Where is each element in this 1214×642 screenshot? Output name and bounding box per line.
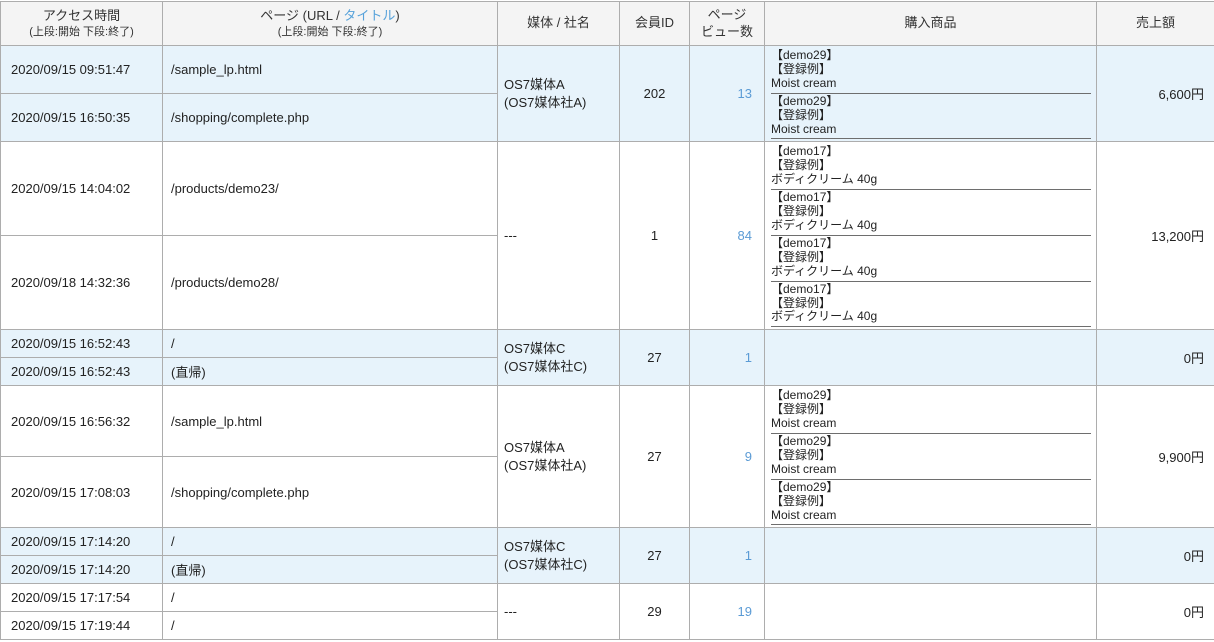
purchased-product-item: 【demo29】 【登録例】 Moist cream — [771, 94, 1091, 140]
pageview-count-link[interactable]: 13 — [738, 86, 752, 101]
col-header-media: 媒体 / 社名 — [497, 1, 620, 46]
member-id-cell: 29 — [619, 583, 690, 641]
pageview-count-cell: 84 — [689, 141, 765, 331]
access-time-header-sub: (上段:開始 下段:終了) — [29, 25, 134, 38]
sales-amount-cell: 0円 — [1096, 329, 1214, 387]
purchased-product-item: 【demo29】 【登録例】 Moist cream — [771, 480, 1091, 526]
sales-amount-cell: 0円 — [1096, 527, 1214, 585]
pageview-count-link[interactable]: 84 — [738, 228, 752, 243]
access-time-cell: 2020/09/15 16:50:35 — [0, 93, 163, 143]
pageview-count-cell: 19 — [689, 583, 765, 641]
member-id-cell: 27 — [619, 385, 690, 529]
pageview-count-cell: 1 — [689, 527, 765, 585]
purchased-product-item: 【demo17】 【登録例】 ボディクリーム 40g — [771, 282, 1091, 328]
page-header-post: ) — [395, 7, 400, 23]
access-time-cell: 2020/09/15 17:14:20 — [0, 527, 163, 557]
page-url-cell: /sample_lp.html — [162, 44, 498, 95]
col-header-sales: 売上額 — [1096, 1, 1214, 46]
pageview-count-cell: 1 — [689, 329, 765, 387]
sales-amount-cell: 0円 — [1096, 583, 1214, 641]
log-row: 2020/09/15 16:56:32/sample_lp.html OS7媒体A… — [0, 385, 1214, 529]
purchased-products-cell: 【demo29】 【登録例】 Moist cream 【demo29】 【登録例】 Moi… — [764, 44, 1097, 143]
access-time-cell: 2020/09/15 16:56:32 — [0, 385, 163, 458]
access-log-table: アクセス時間 (上段:開始 下段:終了) ページ (URL / タイトル) (上… — [0, 1, 1214, 641]
purchased-products-cell — [764, 527, 1097, 585]
access-time-cell: 2020/09/15 09:51:47 — [0, 44, 163, 95]
access-time-cell: 2020/09/15 17:14:20 — [0, 555, 163, 585]
header-row: アクセス時間 (上段:開始 下段:終了) ページ (URL / タイトル) (上… — [0, 1, 1214, 46]
col-header-page: ページ (URL / タイトル) (上段:開始 下段:終了) — [162, 1, 498, 46]
page-url-cell: /products/demo23/ — [162, 141, 498, 237]
log-row: 2020/09/15 14:04:02/products/demo23/--- 1… — [0, 141, 1214, 331]
pageview-count-cell: 9 — [689, 385, 765, 529]
purchased-products-cell — [764, 329, 1097, 387]
sales-amount-cell: 13,200円 — [1096, 141, 1214, 331]
media-name-cell: OS7媒体C (OS7媒体社C) — [497, 329, 620, 387]
purchased-product-item: 【demo29】 【登録例】 Moist cream — [771, 388, 1091, 435]
page-url-cell: (直帰) — [162, 357, 498, 387]
purchased-products-cell: 【demo29】 【登録例】 Moist cream 【demo29】 【登録例】 Moi… — [764, 385, 1097, 529]
access-time-header-title: アクセス時間 — [42, 7, 121, 23]
pageviews-header-line1: ページ — [707, 6, 747, 22]
access-time-cell: 2020/09/15 16:52:43 — [0, 329, 163, 359]
member-id-cell: 27 — [619, 527, 690, 585]
page-url-cell: (直帰) — [162, 555, 498, 585]
col-header-access-time: アクセス時間 (上段:開始 下段:終了) — [0, 1, 163, 46]
page-url-cell: / — [162, 329, 498, 359]
media-name-cell: OS7媒体C (OS7媒体社C) — [497, 527, 620, 585]
col-header-products: 購入商品 — [764, 1, 1097, 46]
member-id-cell: 27 — [619, 329, 690, 387]
access-time-cell: 2020/09/15 17:17:54 — [0, 583, 163, 613]
access-time-cell: 2020/09/15 16:52:43 — [0, 357, 163, 387]
sales-amount-cell: 9,900円 — [1096, 385, 1214, 529]
media-name-cell: --- — [497, 583, 620, 641]
page-url-cell: /sample_lp.html — [162, 385, 498, 458]
page-url-cell: / — [162, 611, 498, 641]
member-id-cell: 1 — [619, 141, 690, 331]
log-row: 2020/09/15 16:52:43/OS7媒体C (OS7媒体社C) 27 1 0円 — [0, 329, 1214, 387]
sales-amount-cell: 6,600円 — [1096, 44, 1214, 143]
page-url-cell: /shopping/complete.php — [162, 456, 498, 529]
purchased-product-item: 【demo17】 【登録例】 ボディクリーム 40g — [771, 190, 1091, 236]
pageviews-header-line2: ビュー数 — [700, 23, 753, 39]
pageview-count-link[interactable]: 19 — [738, 604, 752, 619]
page-url-cell: /shopping/complete.php — [162, 93, 498, 143]
pageview-count-link[interactable]: 1 — [745, 350, 752, 365]
media-name-cell: --- — [497, 141, 620, 331]
col-header-pageviews: ページ ビュー数 — [689, 1, 765, 46]
page-header-pre: ページ (URL / — [260, 7, 344, 23]
access-time-cell: 2020/09/15 17:08:03 — [0, 456, 163, 529]
page-url-cell: / — [162, 583, 498, 613]
pageview-count-link[interactable]: 9 — [745, 449, 752, 464]
purchased-product-item: 【demo29】 【登録例】 Moist cream — [771, 434, 1091, 480]
pageview-count-cell: 13 — [689, 44, 765, 143]
access-time-cell: 2020/09/15 17:19:44 — [0, 611, 163, 641]
col-header-member-id: 会員ID — [619, 1, 690, 46]
media-name-cell: OS7媒体A (OS7媒体社A) — [497, 385, 620, 529]
pageview-count-link[interactable]: 1 — [745, 548, 752, 563]
purchased-products-cell: 【demo17】 【登録例】 ボディクリーム 40g 【demo17】 【登録例】 ボディ… — [764, 141, 1097, 331]
page-url-cell: / — [162, 527, 498, 557]
access-time-cell: 2020/09/15 14:04:02 — [0, 141, 163, 237]
log-row: 2020/09/15 09:51:47/sample_lp.html OS7媒体A… — [0, 44, 1214, 143]
log-table-body: 2020/09/15 09:51:47/sample_lp.html OS7媒体A… — [0, 44, 1214, 641]
media-name-cell: OS7媒体A (OS7媒体社A) — [497, 44, 620, 143]
purchased-product-item: 【demo17】 【登録例】 ボディクリーム 40g — [771, 144, 1091, 191]
log-row: 2020/09/15 17:17:54/--- 29 19 0円 — [0, 583, 1214, 641]
access-time-cell: 2020/09/18 14:32:36 — [0, 235, 163, 331]
member-id-cell: 202 — [619, 44, 690, 143]
purchased-products-cell — [764, 583, 1097, 641]
page-title-toggle-link[interactable]: タイトル — [343, 8, 395, 23]
purchased-product-item: 【demo17】 【登録例】 ボディクリーム 40g — [771, 236, 1091, 282]
page-header-sub: (上段:開始 下段:終了) — [277, 25, 383, 38]
log-row: 2020/09/15 17:14:20/OS7媒体C (OS7媒体社C) 27 1 0円 — [0, 527, 1214, 585]
purchased-product-item: 【demo29】 【登録例】 Moist cream — [771, 48, 1091, 94]
page-header-title: ページ (URL / タイトル) — [165, 8, 495, 25]
page-url-cell: /products/demo28/ — [162, 235, 498, 331]
